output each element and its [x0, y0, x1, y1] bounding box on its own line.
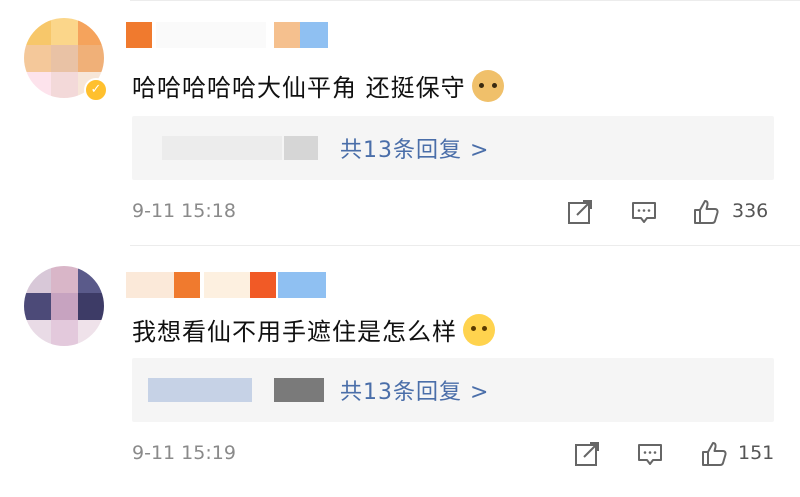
like-count: 151 [738, 442, 775, 464]
comment-item: 我想看仙不用手遮住是怎么样 共13条回复 > 9-11 15:19 151 [0, 246, 800, 497]
replies-box[interactable]: 共13条回复 > [132, 116, 774, 180]
comment-text: 我想看仙不用手遮住是怎么样 [132, 312, 495, 347]
share-icon[interactable] [566, 198, 594, 226]
comment-meta: 9-11 15:19 151 [132, 440, 800, 470]
comment-item: ✓ 哈哈哈哈哈大仙平角 还挺保守 共13条回复 > 9-11 15:18 336 [0, 0, 800, 246]
verified-badge-icon: ✓ [84, 78, 108, 102]
like-icon[interactable] [700, 440, 728, 468]
comment-icon[interactable] [636, 440, 664, 468]
comment-text: 哈哈哈哈哈大仙平角 还挺保守 [132, 68, 504, 103]
reply-preview-blurred [274, 378, 324, 402]
username-blurred[interactable] [126, 22, 336, 48]
timestamp: 9-11 15:18 [132, 200, 236, 222]
thinking-emoji-icon [463, 314, 495, 346]
reply-preview-blurred [148, 378, 252, 402]
share-icon[interactable] [573, 440, 601, 468]
reply-preview-blurred [162, 136, 282, 160]
view-replies-link[interactable]: 共13条回复 > [340, 374, 489, 406]
avatar[interactable] [24, 266, 104, 346]
like-count: 336 [732, 200, 769, 222]
comment-text-label: 哈哈哈哈哈大仙平角 还挺保守 [132, 74, 466, 102]
comment-text-label: 我想看仙不用手遮住是怎么样 [132, 318, 457, 346]
doge-emoji-icon [471, 70, 504, 102]
reply-preview-blurred [284, 136, 318, 160]
comment-icon[interactable] [630, 198, 658, 226]
replies-box[interactable]: 共13条回复 > [132, 358, 774, 422]
timestamp: 9-11 15:19 [132, 442, 236, 464]
comment-meta: 9-11 15:18 336 [132, 198, 800, 228]
like-icon[interactable] [692, 198, 720, 226]
username-blurred[interactable] [126, 272, 326, 298]
view-replies-link[interactable]: 共13条回复 > [340, 132, 489, 164]
